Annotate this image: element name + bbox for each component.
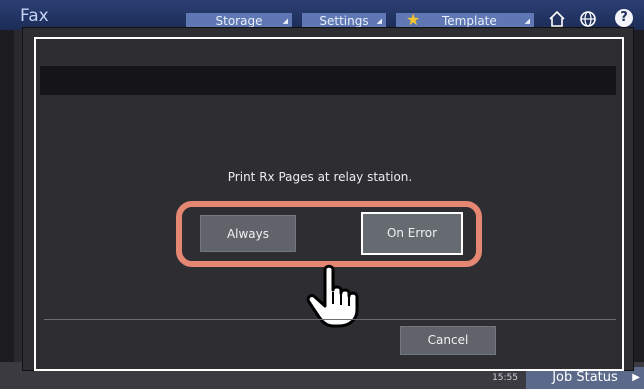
app-title: Fax xyxy=(20,6,49,26)
globe-icon[interactable] xyxy=(578,9,598,29)
tab-settings-label: Settings xyxy=(319,14,369,28)
dialog-message: Print Rx Pages at relay station. xyxy=(227,170,413,184)
dialog-header xyxy=(40,66,616,95)
top-bar: Fax Storage ◢ Settings ◢ ★ Template ◢ ? xyxy=(0,0,644,30)
tab-storage-label: Storage xyxy=(215,14,263,28)
time-text: 15:55 xyxy=(492,373,518,383)
always-button[interactable]: Always xyxy=(200,215,296,252)
home-icon[interactable] xyxy=(547,9,567,29)
cancel-button[interactable]: Cancel xyxy=(400,326,496,355)
on-error-button[interactable]: On Error xyxy=(361,212,463,255)
star-icon: ★ xyxy=(406,10,421,29)
dialog-divider xyxy=(44,319,616,320)
help-icon[interactable]: ? xyxy=(615,9,633,27)
arrow-right-icon: ▶ xyxy=(632,372,640,383)
job-status-label: Job Status xyxy=(552,370,618,385)
left-edge xyxy=(0,30,14,389)
